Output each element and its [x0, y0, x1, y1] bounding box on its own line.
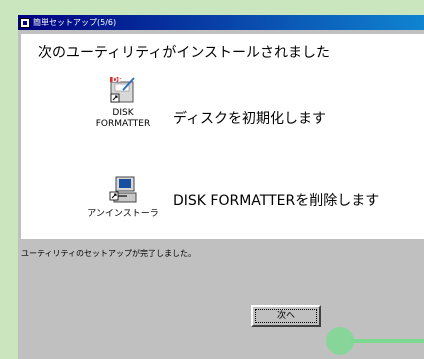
status-message: ユーティリティのセットアップが完了しました。 — [21, 249, 197, 258]
setup-window: 簡単セットアップ(5/6) 次のユーティリティがインストールされました DF D… — [18, 15, 424, 359]
disk-formatter-label: DISK FORMATTER — [95, 108, 151, 129]
cursor-trail — [350, 339, 424, 343]
uninstaller-label: アンインストーラ — [87, 209, 159, 219]
uninstaller-icon — [108, 175, 138, 205]
content-panel: 次のユーティリティがインストールされました DF DISK FORMATTER … — [21, 34, 424, 239]
disk-formatter-icon: DF — [108, 74, 138, 104]
svg-text:DF: DF — [112, 76, 123, 84]
next-button[interactable]: 次へ — [251, 305, 321, 327]
title-bar: 簡単セットアップ(5/6) — [18, 15, 424, 30]
window-title: 簡単セットアップ(5/6) — [33, 18, 117, 27]
page-heading: 次のユーティリティがインストールされました — [38, 45, 331, 61]
uninstaller-item: アンインストーラ — [83, 175, 163, 220]
disk-formatter-description: ディスクを初期化します — [173, 111, 327, 127]
uninstaller-description: DISK FORMATTERを削除します — [173, 193, 380, 209]
disk-formatter-item: DF DISK FORMATTER — [83, 74, 163, 130]
app-icon — [20, 17, 30, 28]
cursor-indicator — [326, 327, 354, 355]
